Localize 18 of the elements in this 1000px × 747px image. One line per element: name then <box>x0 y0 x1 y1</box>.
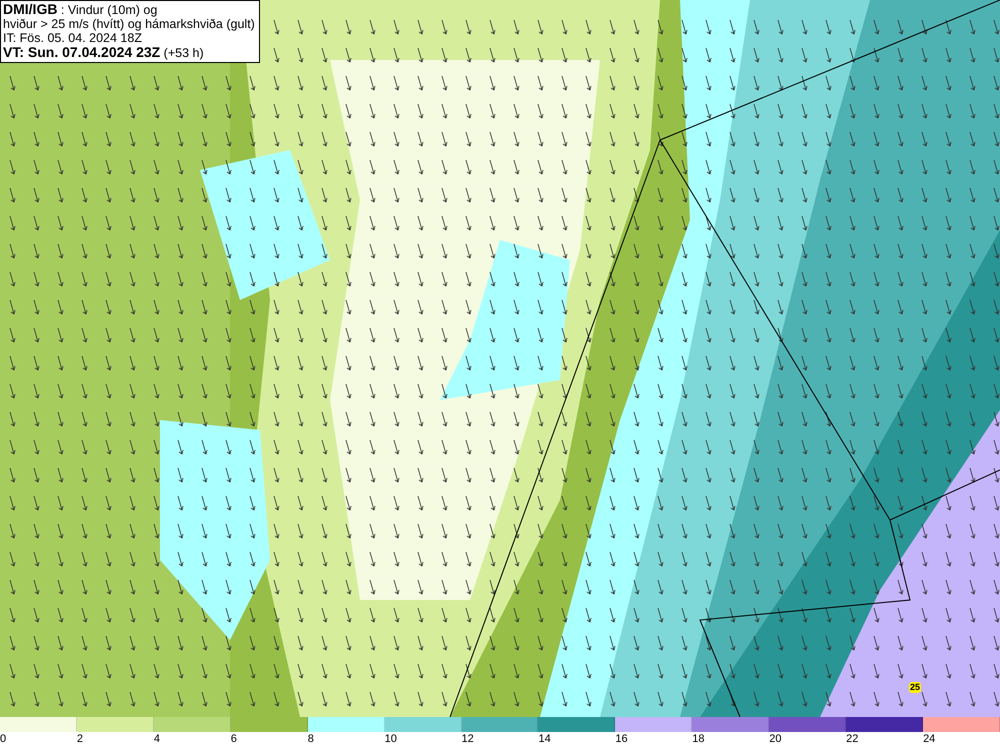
scale-label: 18 <box>692 732 705 747</box>
scale-label: 20 <box>769 732 782 747</box>
scale-label: 16 <box>615 732 628 747</box>
scale-label: 4 <box>154 732 160 747</box>
scale-label: 6 <box>230 732 237 747</box>
scale-label: 0 <box>0 732 6 747</box>
title-line: hviður > 25 m/s (hvítt) og hámarkshviða (gult) <box>3 17 255 31</box>
title-line: DMI/IGB : Vindur (10m) og <box>3 2 158 17</box>
scale-label: 24 <box>923 732 936 747</box>
title-line: VT: Sun. 07.04.2024 23Z (+53 h) <box>3 45 205 60</box>
scale-label: 2 <box>76 732 84 747</box>
scale-label: 8 <box>308 732 314 747</box>
scale-label: 12 <box>462 732 474 747</box>
title-line: IT: Fös. 05. 04. 2024 18Z <box>3 31 143 45</box>
scale-label: 22 <box>846 732 858 747</box>
scale-label: 14 <box>538 732 551 747</box>
scale-label: 10 <box>384 732 397 747</box>
gust-marker: 25 <box>909 682 922 693</box>
